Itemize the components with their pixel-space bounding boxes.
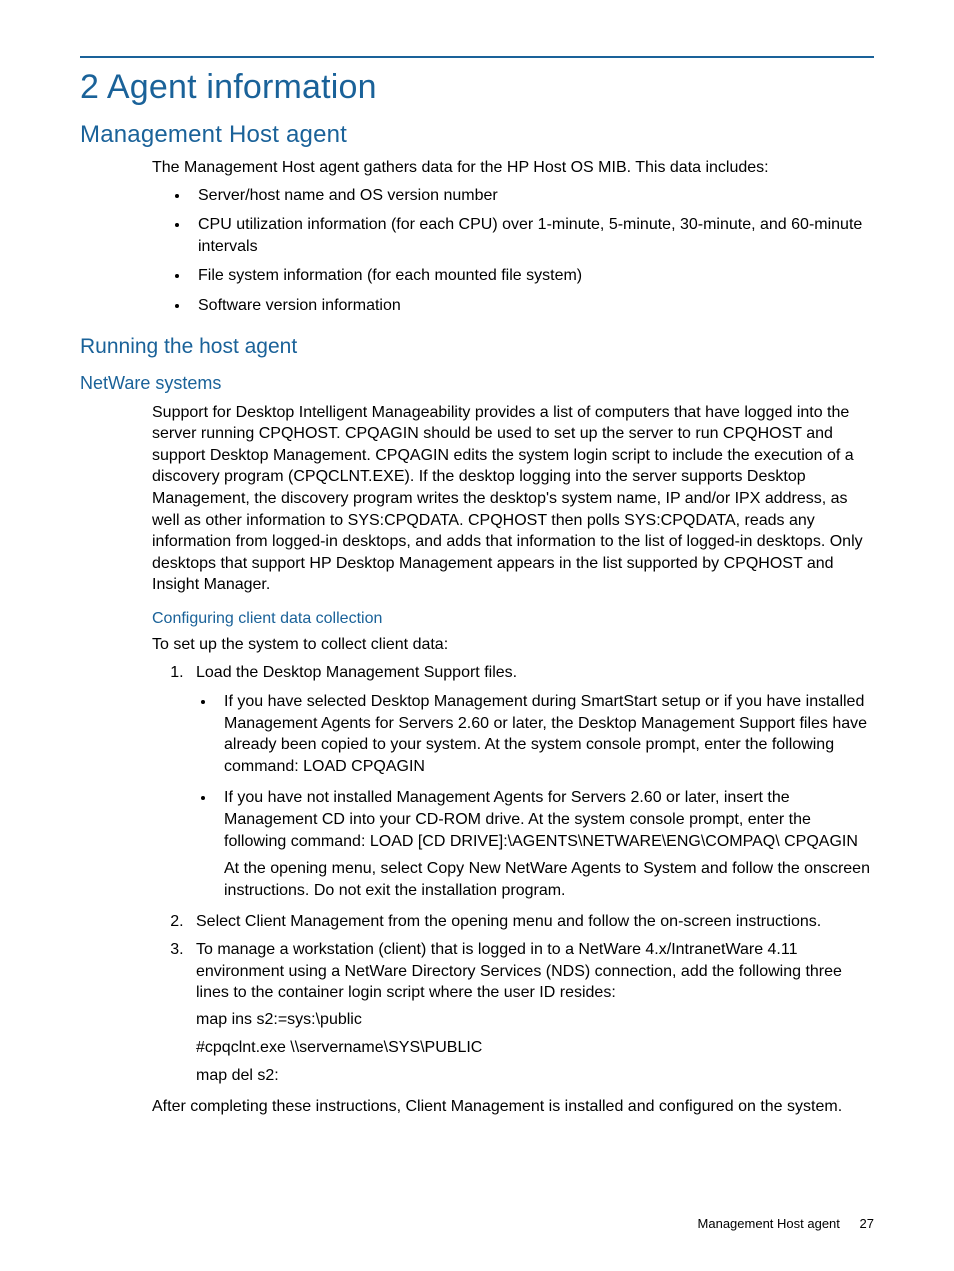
footer-page-number: 27 bbox=[860, 1216, 874, 1231]
top-rule bbox=[80, 56, 874, 58]
step-3: To manage a workstation (client) that is… bbox=[188, 939, 874, 1088]
section1-intro: The Management Host agent gathers data f… bbox=[152, 157, 874, 179]
section-running-host-agent: Running the host agent bbox=[80, 335, 874, 359]
step-1-text: Load the Desktop Management Support file… bbox=[196, 664, 517, 681]
list-item: If you have selected Desktop Management … bbox=[216, 691, 874, 777]
step-1: Load the Desktop Management Support file… bbox=[188, 662, 874, 902]
netware-paragraph: Support for Desktop Intelligent Manageab… bbox=[152, 402, 874, 596]
configuring-steps: Load the Desktop Management Support file… bbox=[166, 662, 874, 1088]
list-item: Server/host name and OS version number bbox=[190, 185, 874, 207]
page-container: 2 Agent information Management Host agen… bbox=[0, 0, 954, 1271]
code-line-3: map del s2: bbox=[196, 1064, 874, 1088]
code-line-1: map ins s2:=sys:\public bbox=[196, 1008, 874, 1032]
code-line-2: #cpqclnt.exe \\servername\SYS\PUBLIC bbox=[196, 1036, 874, 1060]
subsection-netware-systems: NetWare systems bbox=[80, 373, 874, 394]
step-1-bullets: If you have selected Desktop Management … bbox=[216, 691, 874, 901]
section-management-host-agent: Management Host agent bbox=[80, 121, 874, 149]
subsection-configuring-client: Configuring client data collection bbox=[152, 610, 874, 628]
configuring-intro: To set up the system to collect client d… bbox=[152, 634, 874, 656]
list-item: If you have not installed Management Age… bbox=[216, 787, 874, 901]
step-2: Select Client Management from the openin… bbox=[188, 911, 874, 933]
chapter-title: 2 Agent information bbox=[80, 68, 874, 107]
step-1b-note: At the opening menu, select Copy New Net… bbox=[224, 858, 874, 901]
list-item: File system information (for each mounte… bbox=[190, 265, 874, 287]
list-item: Software version information bbox=[190, 295, 874, 317]
closing-paragraph: After completing these instructions, Cli… bbox=[152, 1096, 874, 1118]
step-1b-text: If you have not installed Management Age… bbox=[224, 789, 858, 849]
footer-section: Management Host agent bbox=[698, 1216, 840, 1231]
step-3-text: To manage a workstation (client) that is… bbox=[196, 941, 842, 1001]
list-item: CPU utilization information (for each CP… bbox=[190, 214, 874, 257]
page-footer: Management Host agent 27 bbox=[698, 1216, 874, 1231]
section1-bullet-list: Server/host name and OS version number C… bbox=[190, 185, 874, 317]
